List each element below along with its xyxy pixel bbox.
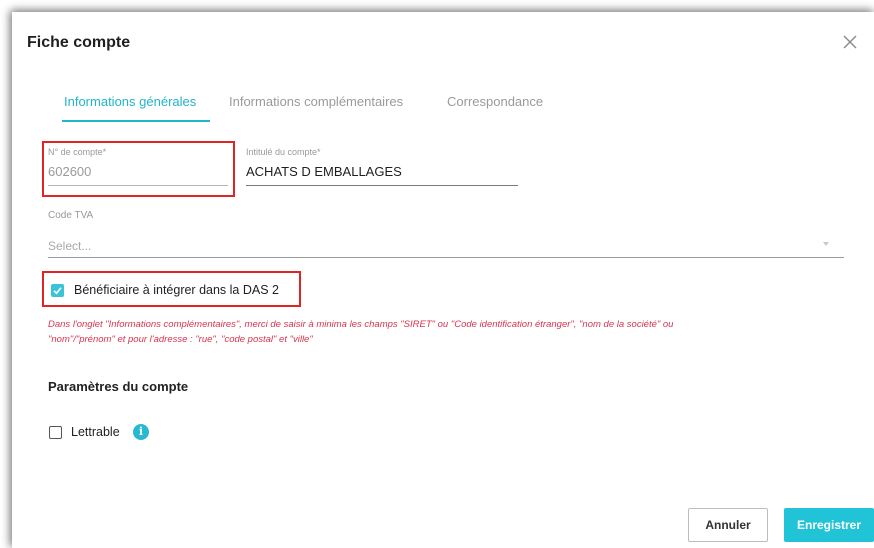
account-number-input[interactable]: 602600 [48, 164, 91, 179]
save-button[interactable]: Enregistrer [784, 508, 874, 542]
lettrable-label[interactable]: Lettrable [71, 425, 120, 439]
account-params-heading: Paramètres du compte [48, 379, 189, 394]
tab-label: Correspondance [447, 94, 544, 109]
tab-informations-complementaires[interactable]: Informations complémentaires [229, 92, 403, 122]
account-title-underline [246, 185, 518, 186]
info-icon[interactable]: i [133, 424, 149, 440]
account-dialog: Fiche compte Informations générales Info… [12, 12, 874, 548]
vat-code-label: Code TVA [48, 210, 94, 221]
vat-code-underline [48, 257, 844, 258]
cancel-button[interactable]: Annuler [688, 508, 768, 542]
chevron-down-icon[interactable] [823, 242, 829, 246]
tab-correspondance[interactable]: Correspondance [447, 92, 543, 122]
account-title-label: Intitulé du compte* [246, 147, 321, 157]
tab-label: Informations générales [64, 94, 197, 109]
das2-warning: Dans l'onglet "Informations complémentai… [48, 319, 674, 345]
close-icon[interactable] [840, 32, 860, 52]
das2-label[interactable]: Bénéficiaire à intégrer dans la DAS 2 [74, 283, 279, 297]
account-number-underline [48, 185, 228, 186]
tab-informations-generales[interactable]: Informations générales [62, 92, 211, 122]
account-title-input[interactable]: ACHATS D EMBALLAGES [246, 164, 402, 179]
dialog-title: Fiche compte [27, 34, 131, 51]
vat-code-select[interactable]: Select... [48, 239, 91, 253]
lettrable-checkbox[interactable] [49, 426, 62, 439]
tab-label: Informations complémentaires [229, 94, 404, 109]
das2-checkbox[interactable] [51, 284, 64, 297]
active-tab-indicator [62, 120, 211, 122]
check-icon [53, 287, 62, 295]
account-number-label: N° de compte* [48, 147, 107, 157]
